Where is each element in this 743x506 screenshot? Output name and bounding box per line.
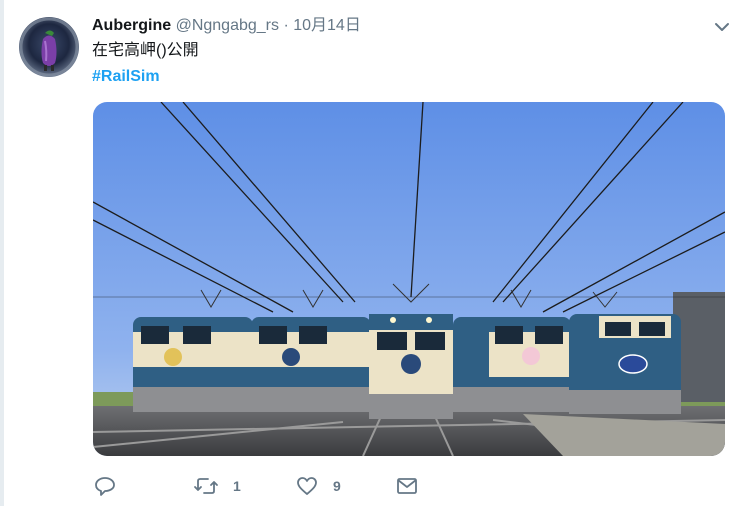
tweet-header: Aubergine @Ngngabg_rs · 10月14日 (92, 15, 732, 37)
reply-button[interactable] (93, 474, 117, 498)
retweet-icon (193, 474, 219, 498)
author-name[interactable]: Aubergine (92, 17, 171, 34)
hashtag-link[interactable]: #RailSim (92, 66, 160, 88)
like-count: 9 (333, 478, 341, 494)
like-button[interactable]: 9 (295, 474, 341, 498)
retweet-button[interactable]: 1 (193, 474, 241, 498)
message-button[interactable] (395, 474, 419, 498)
eggplant-avatar-image (19, 17, 79, 77)
chevron-down-icon[interactable] (712, 17, 732, 37)
envelope-icon (395, 474, 419, 498)
tweet-timestamp[interactable]: 10月14日 (293, 17, 361, 34)
reply-icon (93, 474, 117, 498)
header-separator: · (283, 17, 289, 34)
tweet-text: 在宅高岬()公開 (92, 42, 199, 59)
retweet-count: 1 (233, 478, 241, 494)
heart-icon (295, 474, 319, 498)
locomotive-photo (93, 102, 725, 456)
author-handle[interactable]: @Ngngabg_rs (176, 17, 279, 34)
avatar[interactable] (19, 17, 79, 77)
tweet-media-image[interactable] (93, 102, 725, 456)
tweet-actions: 1 9 (93, 474, 433, 498)
timeline-border (0, 0, 4, 506)
